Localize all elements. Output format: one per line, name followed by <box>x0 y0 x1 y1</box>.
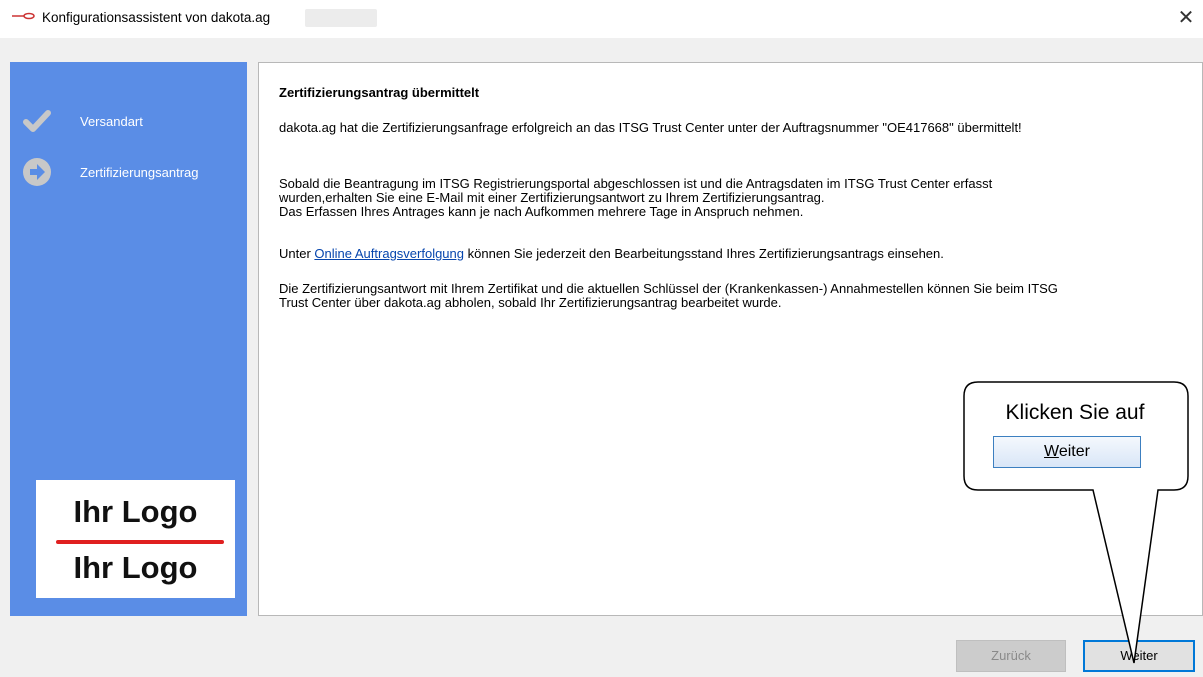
info-line: wurden,erhalten Sie eine E-Mail mit eine… <box>279 190 825 205</box>
tracking-paragraph: Unter Online Auftragsverfolgung können S… <box>279 247 1184 261</box>
callout-next-button-illustration: Weiter <box>993 436 1141 468</box>
redacted-area <box>305 9 377 27</box>
checkmark-icon <box>23 110 51 132</box>
confirmation-text: dakota.ag hat die Zertifizierungsanfrage… <box>279 120 1022 135</box>
logo-divider <box>56 540 224 544</box>
sidebar-step-label: Zertifizierungsantrag <box>80 165 199 180</box>
title-bar: Konfigurationsassistent von dakota.ag ✕ <box>0 0 1203 38</box>
info-line: Das Erfassen Ihres Antrages kann je nach… <box>279 204 804 219</box>
company-logo: Ihr Logo Ihr Logo <box>36 480 235 598</box>
tracking-text-after: können Sie jederzeit den Bearbeitungssta… <box>464 246 944 261</box>
sidebar-step-versandart[interactable]: Versandart <box>10 106 247 142</box>
app-logo-icon <box>12 12 35 20</box>
close-button[interactable]: ✕ <box>1172 4 1200 32</box>
info-line: Sobald die Beantragung im ITSG Registrie… <box>279 176 993 191</box>
callout-text: Klicken Sie auf <box>1005 401 1145 424</box>
wizard-sidebar: Versandart Zertifizierungsantrag Ihr Log… <box>10 62 247 616</box>
callout-button-mnemonic: W <box>1044 443 1059 460</box>
retrieval-line: Trust Center über dakota.ag abholen, sob… <box>279 295 782 310</box>
tracking-text-before: Unter <box>279 246 315 261</box>
window-title: Konfigurationsassistent von dakota.ag <box>42 10 271 25</box>
next-button[interactable]: Weiter <box>1083 640 1195 672</box>
info-paragraph: Sobald die Beantragung im ITSG Registrie… <box>279 177 1184 219</box>
retrieval-line: Die Zertifizierungsantwort mit Ihrem Zer… <box>279 281 1058 296</box>
sidebar-step-zertifizierungsantrag[interactable]: Zertifizierungsantrag <box>10 157 247 193</box>
content-panel: Zertifizierungsantrag übermittelt dakota… <box>258 62 1203 616</box>
back-button[interactable]: Zurück <box>956 640 1066 672</box>
page-title: Zertifizierungsantrag übermittelt <box>279 85 480 100</box>
online-tracking-link[interactable]: Online Auftragsverfolgung <box>314 246 464 261</box>
callout-button-rest: eiter <box>1058 443 1090 460</box>
logo-text-bottom: Ihr Logo <box>73 550 198 585</box>
sidebar-step-label: Versandart <box>80 114 143 129</box>
retrieval-paragraph: Die Zertifizierungsantwort mit Ihrem Zer… <box>279 282 1184 310</box>
arrow-right-circle-icon <box>23 158 51 186</box>
logo-text-top: Ihr Logo <box>73 494 198 529</box>
